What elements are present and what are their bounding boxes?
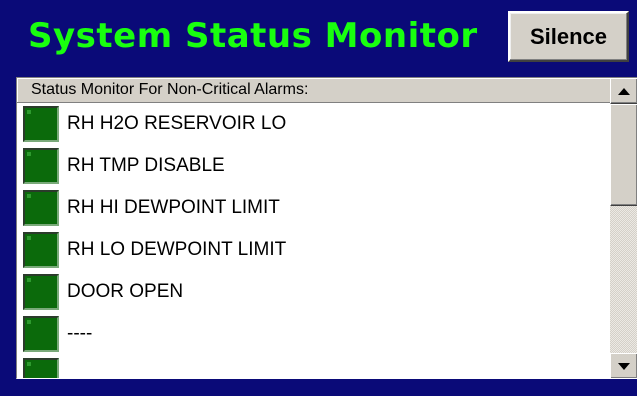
scrollbar-thumb[interactable] [610, 104, 637, 206]
alarm-label: RH H2O RESERVOIR LO [67, 113, 287, 134]
alarm-label: ---- [67, 323, 93, 344]
system-status-window: System Status Monitor Silence Status Mon… [0, 0, 637, 396]
list-item[interactable]: RH H2O RESERVOIR LO [17, 103, 610, 145]
status-indicator-icon [23, 232, 59, 268]
status-indicator-icon [23, 274, 59, 310]
alarm-label: DOOR OPEN [67, 281, 184, 302]
status-indicator-icon [23, 316, 59, 352]
alarm-label: RH LO DEWPOINT LIMIT [67, 239, 287, 260]
alarm-label: RH TMP DISABLE [67, 155, 225, 176]
monitor-header: Status Monitor For Non-Critical Alarms: [17, 78, 610, 103]
scroll-up-button[interactable] [610, 78, 637, 104]
list-item[interactable]: RH TMP DISABLE [17, 145, 610, 187]
list-item[interactable]: ---- [17, 313, 610, 355]
alarm-monitor-panel: Status Monitor For Non-Critical Alarms: … [16, 77, 637, 379]
alarm-label: RH HI DEWPOINT LIMIT [67, 197, 280, 218]
silence-button[interactable]: Silence [508, 11, 629, 62]
status-indicator-icon [23, 190, 59, 226]
status-indicator-icon [23, 148, 59, 184]
alarm-list: RH H2O RESERVOIR LO RH TMP DISABLE RH HI… [17, 103, 610, 378]
status-indicator-icon [23, 358, 59, 378]
arrow-up-icon [618, 87, 630, 95]
scroll-down-button[interactable] [610, 353, 637, 378]
list-item[interactable]: RH HI DEWPOINT LIMIT [17, 187, 610, 229]
list-item[interactable]: DOOR OPEN [17, 271, 610, 313]
status-indicator-icon [23, 106, 59, 142]
list-item[interactable]: RH LO DEWPOINT LIMIT [17, 229, 610, 271]
vertical-scrollbar[interactable] [610, 78, 637, 378]
list-item[interactable] [17, 355, 610, 378]
page-title: System Status Monitor [28, 16, 478, 56]
arrow-down-icon [618, 362, 630, 370]
